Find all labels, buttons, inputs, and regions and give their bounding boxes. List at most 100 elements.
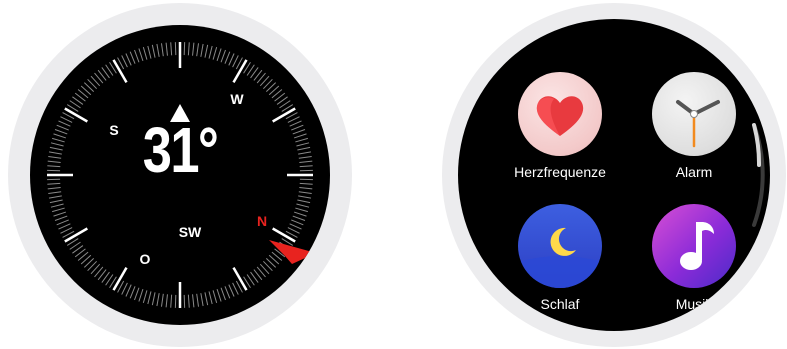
minor-tick [156,43,160,57]
direction-label-o: O [139,251,151,267]
minor-tick [165,294,168,308]
minor-tick [165,42,168,56]
minor-tick [47,187,61,190]
minor-tick [151,292,156,306]
minor-tick [228,53,235,66]
minor-tick [298,155,312,159]
minor-tick [298,191,312,195]
minor-tick [53,133,67,139]
minor-tick [170,294,173,308]
minor-tick [53,211,67,217]
minor-tick [58,223,71,230]
app-launcher-face: Herzfrequenze Alarm Schlaf Musik [458,19,770,331]
minor-tick [293,211,307,217]
minor-tick [138,48,144,62]
minor-tick [232,282,239,295]
minor-tick [291,219,304,226]
minor-tick [292,129,306,135]
minor-tick [287,227,300,234]
minor-tick [208,291,213,305]
minor-tick [224,51,231,64]
minor-tick [125,53,132,66]
minor-tick [49,146,63,151]
minor-tick [60,116,73,123]
minor-tick [196,293,200,307]
minor-tick [50,203,64,208]
scroll-indicator[interactable] [458,19,770,331]
minor-tick [58,120,71,127]
minor-tick [48,191,62,195]
minor-tick [208,45,213,59]
minor-tick [170,42,173,56]
minor-tick [299,165,313,168]
heading-value: 31° [142,114,219,186]
minor-tick [52,137,65,143]
app-launcher-watch: Herzfrequenze Alarm Schlaf Musik [442,3,786,347]
minor-tick [48,155,62,159]
minor-tick [298,195,312,199]
minor-tick [48,151,62,155]
minor-tick [147,45,152,59]
direction-label-s: S [109,122,119,138]
minor-tick [47,182,61,185]
minor-tick [121,55,128,68]
minor-tick [187,294,190,308]
minor-tick [204,44,209,58]
minor-tick [56,219,69,226]
minor-tick [212,47,218,60]
north-arrow-icon [269,240,316,264]
minor-tick [54,215,68,221]
minor-tick [296,203,310,208]
minor-tick [151,44,156,58]
direction-label-sw: SW [178,224,202,240]
minor-tick [297,199,311,204]
minor-tick [299,160,313,163]
minor-tick [60,227,73,234]
minor-tick [204,292,209,306]
minor-tick [291,124,304,131]
minor-tick [296,142,310,147]
minor-tick [298,151,312,155]
minor-tick [293,133,307,139]
minor-tick [129,51,136,64]
minor-tick [134,287,140,301]
minor-tick [138,288,144,302]
minor-tick [287,116,300,123]
minor-tick [224,286,231,299]
minor-tick [160,293,164,307]
minor-tick [121,282,128,295]
compass-watch: 31° W S SW O N [8,3,352,347]
minor-tick [289,120,302,127]
minor-tick [295,137,308,143]
minor-tick [54,129,68,135]
minor-tick [47,160,61,163]
minor-tick [147,291,152,305]
minor-tick [295,207,308,213]
minor-tick [142,47,148,60]
minor-tick [220,49,226,63]
minor-tick [49,199,63,204]
minor-tick [196,43,200,57]
minor-tick [228,284,235,297]
minor-tick [56,124,69,131]
minor-tick [160,43,164,57]
minor-tick [47,165,61,168]
minor-tick [220,287,226,301]
minor-tick [297,146,311,151]
direction-label-n: N [256,213,268,229]
minor-tick [134,49,140,63]
minor-tick [192,294,195,308]
minor-tick [216,48,222,62]
minor-tick [299,182,313,185]
minor-tick [232,55,239,68]
minor-tick [212,290,218,303]
compass-face: 31° W S SW O N [30,25,330,325]
minor-tick [200,293,204,307]
minor-tick [216,288,222,302]
minor-tick [289,223,302,230]
minor-tick [187,42,190,56]
minor-tick [192,42,195,56]
minor-tick [48,195,62,199]
minor-tick [156,293,160,307]
direction-label-w: W [230,91,244,107]
